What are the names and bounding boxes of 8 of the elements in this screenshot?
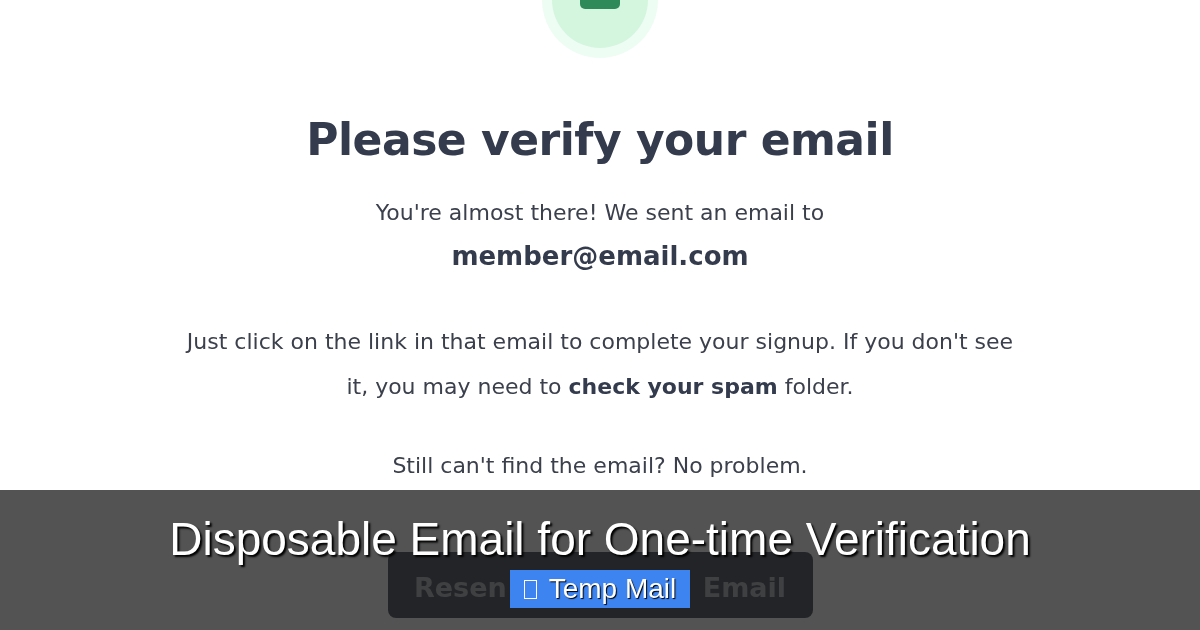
- email-address: member@email.com: [451, 241, 749, 271]
- instructions-text: Just click on the link in that email to complete your signup. If you don't see it, you may need to check your spam folder.: [184, 328, 1015, 401]
- banner-title: Disposable Email for One-time Verification: [169, 512, 1031, 566]
- placeholder-glyph-icon: [523, 579, 537, 599]
- fallback-text: Still can't find the email? No problem.: [392, 453, 808, 478]
- badge-label: Temp Mail: [548, 573, 677, 605]
- page-heading: Please verify your email: [306, 114, 894, 165]
- intro-text: You're almost there! We sent an email to: [375, 200, 825, 225]
